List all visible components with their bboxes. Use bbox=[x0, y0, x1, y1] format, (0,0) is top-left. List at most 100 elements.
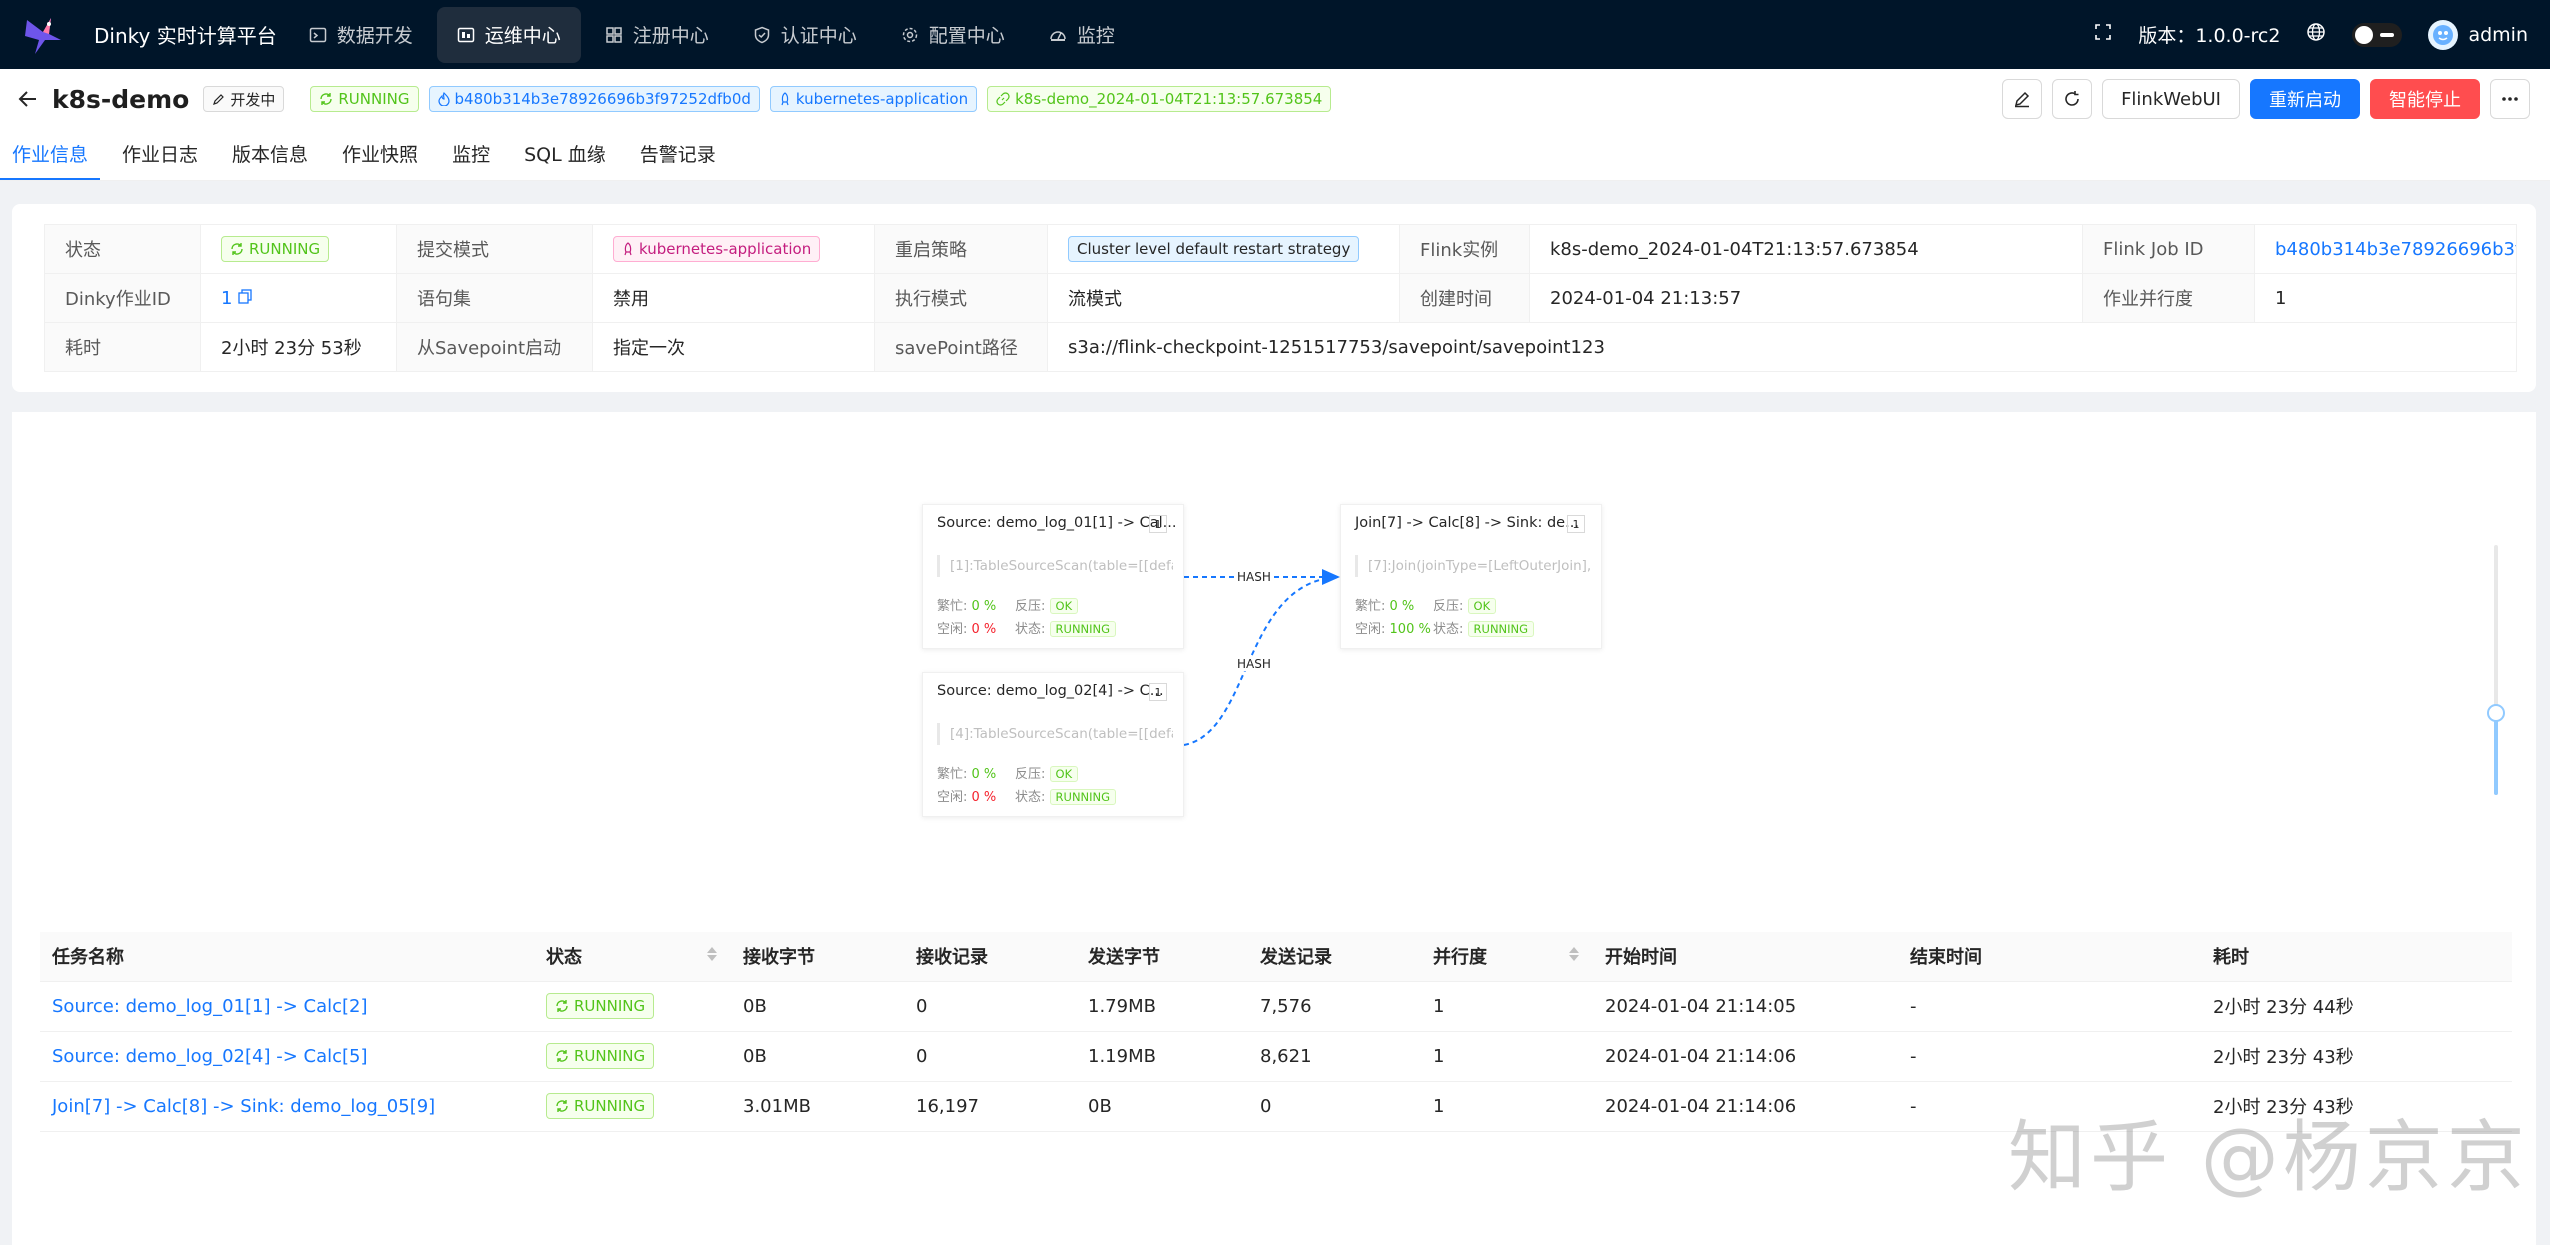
zoom-slider-fill bbox=[2494, 712, 2498, 795]
state-label: 状态: bbox=[1015, 790, 1046, 805]
job-graph-card: HASH HASH Source: demo_log_01[1] -> Cal.… bbox=[12, 412, 2536, 912]
nav-label: 注册中心 bbox=[632, 25, 709, 47]
col-parallelism-label: 并行度 bbox=[1433, 947, 1487, 969]
shield-icon bbox=[754, 26, 769, 43]
header-tags: RUNNING b480b314b3e78926696b3f97252dfb0d… bbox=[310, 86, 1332, 112]
end-time: - bbox=[1898, 1031, 2201, 1082]
graph-node-source-2[interactable]: Source: demo_log_02[4] -> C... 1 [4]:Tab… bbox=[922, 672, 1184, 817]
fire-icon bbox=[437, 92, 450, 106]
busy-value: 0 % bbox=[1389, 599, 1415, 614]
status-text: RUNNING bbox=[338, 90, 410, 108]
exec-mode-value: 流模式 bbox=[1047, 273, 1400, 323]
edge-label: HASH bbox=[1237, 570, 1271, 584]
job-id-tag: b480b314b3e78926696b3f97252dfb0d bbox=[428, 86, 760, 112]
terminal-icon bbox=[309, 27, 326, 42]
col-start-time: 开始时间 bbox=[1593, 932, 1898, 982]
tab-sql-lineage[interactable]: SQL 血缘 bbox=[512, 140, 618, 181]
status-label: 状态 bbox=[44, 224, 201, 274]
busy-label: 繁忙: bbox=[1355, 599, 1386, 614]
busy-value: 0 % bbox=[971, 767, 997, 782]
created-time-value: 2024-01-04 21:13:57 bbox=[1529, 273, 2083, 323]
savepoint-start-value: 指定一次 bbox=[592, 322, 875, 372]
tab-job-log[interactable]: 作业日志 bbox=[110, 140, 210, 181]
col-parallelism[interactable]: 并行度 bbox=[1421, 932, 1593, 982]
zoom-slider-handle[interactable] bbox=[2487, 704, 2505, 722]
fullscreen-icon[interactable] bbox=[2094, 23, 2112, 46]
flink-instance-link[interactable]: k8s-demo_2024-01-04T21:13:57.673854 bbox=[1529, 224, 2083, 274]
node-title: Source: demo_log_01[1] -> Cal... bbox=[937, 515, 1177, 531]
instance-text: k8s-demo_2024-01-04T21:13:57.673854 bbox=[1015, 90, 1323, 108]
copy-icon[interactable] bbox=[238, 288, 252, 304]
sort-icon[interactable] bbox=[1569, 947, 1579, 961]
ellipsis-icon bbox=[2502, 97, 2518, 101]
user-menu[interactable]: admin bbox=[2428, 19, 2528, 50]
nav-registry[interactable]: 注册中心 bbox=[585, 7, 729, 63]
nav-auth[interactable]: 认证中心 bbox=[733, 7, 877, 63]
dinky-logo[interactable] bbox=[14, 0, 72, 69]
start-time: 2024-01-04 21:14:06 bbox=[1593, 1031, 1898, 1082]
refresh-button[interactable] bbox=[2052, 79, 2093, 119]
send-records: 7,576 bbox=[1248, 981, 1421, 1032]
tab-version-info[interactable]: 版本信息 bbox=[220, 140, 320, 181]
recv-records: 16,197 bbox=[904, 1081, 1076, 1132]
tab-job-info[interactable]: 作业信息 bbox=[0, 140, 101, 181]
graph-node-join[interactable]: Join[7] -> Calc[8] -> Sink: de... 1 [7]:… bbox=[1340, 504, 1602, 649]
status-badge: RUNNING bbox=[546, 993, 655, 1019]
status-badge: RUNNING bbox=[546, 1043, 655, 1069]
submit-mode-label: 提交模式 bbox=[396, 224, 593, 274]
sync-icon bbox=[556, 1100, 568, 1112]
state-value: RUNNING bbox=[1049, 621, 1117, 637]
nav-label: 数据开发 bbox=[336, 25, 413, 47]
tab-monitor[interactable]: 监控 bbox=[440, 140, 502, 181]
start-time: 2024-01-04 21:14:06 bbox=[1593, 1081, 1898, 1132]
task-name-link[interactable]: Join[7] -> Calc[8] -> Sink: demo_log_05[… bbox=[40, 1081, 534, 1132]
send-records: 0 bbox=[1248, 1081, 1421, 1132]
graph-edges bbox=[1183, 569, 1340, 746]
flink-webui-button[interactable]: FlinkWebUI bbox=[2102, 79, 2240, 119]
dev-tag: 开发中 bbox=[203, 86, 285, 112]
recv-bytes: 3.01MB bbox=[731, 1081, 904, 1132]
nav-label: 配置中心 bbox=[928, 25, 1005, 47]
task-name-link[interactable]: Source: demo_log_02[4] -> Calc[5] bbox=[40, 1031, 534, 1082]
theme-toggle[interactable] bbox=[2352, 22, 2403, 47]
task-status: RUNNING bbox=[534, 1031, 731, 1082]
idle-label: 空闲: bbox=[937, 790, 968, 805]
task-name-link[interactable]: Source: demo_log_01[1] -> Calc[2] bbox=[40, 981, 534, 1032]
sync-icon bbox=[320, 93, 333, 105]
edit-button[interactable] bbox=[2002, 79, 2043, 119]
col-recv-records: 接收记录 bbox=[904, 932, 1076, 982]
tab-alert-records[interactable]: 告警记录 bbox=[628, 140, 728, 181]
sort-icon[interactable] bbox=[707, 947, 717, 961]
flink-job-id-label: Flink Job ID bbox=[2082, 224, 2255, 274]
nav-ops-center[interactable]: 运维中心 bbox=[436, 6, 581, 63]
dinky-id-link[interactable]: 1 bbox=[221, 288, 232, 309]
more-button[interactable] bbox=[2490, 79, 2530, 119]
nav-monitor[interactable]: 监控 bbox=[1029, 7, 1135, 63]
smart-stop-button[interactable]: 智能停止 bbox=[2370, 79, 2480, 119]
page-header: k8s-demo 开发中 RUNNING b480b314b3e78926696… bbox=[0, 69, 2550, 181]
busy-label: 繁忙: bbox=[937, 599, 968, 614]
back-arrow-icon[interactable] bbox=[14, 85, 42, 113]
node-title: Source: demo_log_02[4] -> C... bbox=[937, 683, 1164, 699]
tab-job-snapshot[interactable]: 作业快照 bbox=[330, 140, 430, 181]
col-send-bytes: 发送字节 bbox=[1076, 932, 1248, 982]
restart-button[interactable]: 重新启动 bbox=[2250, 79, 2360, 119]
language-icon[interactable] bbox=[2306, 22, 2326, 47]
nav-data-dev[interactable]: 数据开发 bbox=[289, 7, 433, 63]
edge-label: HASH bbox=[1237, 657, 1271, 671]
backpressure-value: OK bbox=[1049, 598, 1079, 614]
flink-job-id-link[interactable]: b480b314b3e78926696b3f97252dfb0d bbox=[2275, 239, 2516, 260]
backpressure-label: 反压: bbox=[1015, 599, 1046, 614]
job-parallelism-value: 1 bbox=[2254, 273, 2517, 323]
graph-node-source-1[interactable]: Source: demo_log_01[1] -> Cal... 1 [1]:T… bbox=[922, 504, 1184, 649]
nav-config[interactable]: 配置中心 bbox=[881, 7, 1025, 63]
col-duration: 耗时 bbox=[2201, 932, 2512, 982]
state-label: 状态: bbox=[1015, 622, 1046, 637]
col-status[interactable]: 状态 bbox=[534, 932, 731, 982]
status-value: RUNNING bbox=[200, 224, 397, 274]
backpressure-label: 反压: bbox=[1015, 767, 1046, 782]
idle-label: 空闲: bbox=[1355, 622, 1386, 637]
main-nav: 数据开发 运维中心 注册中心 认证中心 配置中心 监控 bbox=[287, 0, 1137, 69]
apps-icon bbox=[605, 26, 622, 43]
dashboard-icon bbox=[1050, 30, 1066, 41]
